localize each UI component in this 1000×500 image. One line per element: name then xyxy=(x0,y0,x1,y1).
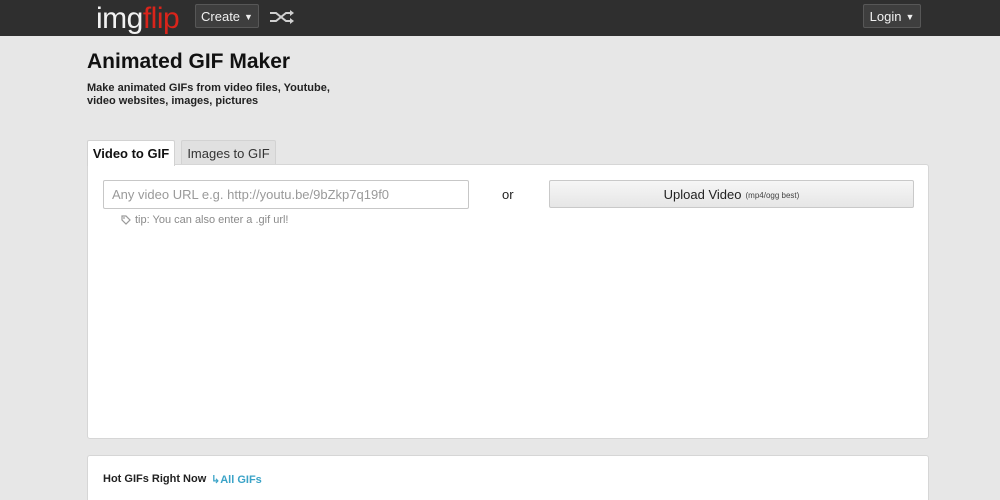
create-menu-button[interactable]: Create ▼ xyxy=(195,4,259,28)
logo-text-flip: flip xyxy=(142,2,180,35)
or-separator: or xyxy=(502,187,514,202)
top-navbar: img flip Create ▼ Login ▼ xyxy=(0,0,1000,36)
page-subtitle: Make animated GIFs from video files, You… xyxy=(87,82,330,107)
hot-gifs-panel: Hot GIFs Right Now ↳All GIFs xyxy=(87,455,929,500)
tab-video-to-gif[interactable]: Video to GIF xyxy=(87,140,175,166)
tab-images-to-gif[interactable]: Images to GIF xyxy=(181,140,276,165)
tip-text: tip: You can also enter a .gif url! xyxy=(135,214,289,226)
login-label: Login xyxy=(869,8,902,24)
caret-down-icon: ▼ xyxy=(905,12,915,22)
shuffle-icon[interactable] xyxy=(268,8,296,26)
imgflip-logo[interactable]: img flip xyxy=(96,2,180,35)
hot-gifs-title: Hot GIFs Right Now xyxy=(103,473,207,485)
upload-label: Upload Video xyxy=(663,186,742,202)
upload-video-button[interactable]: Upload Video (mp4/ogg best) xyxy=(549,180,914,208)
tag-icon xyxy=(121,215,131,225)
video-to-gif-panel: tip: You can also enter a .gif url! or U… xyxy=(87,164,929,439)
login-button[interactable]: Login ▼ xyxy=(863,4,921,28)
url-tip: tip: You can also enter a .gif url! xyxy=(121,214,289,226)
create-label: Create xyxy=(201,8,241,24)
logo-text-img: img xyxy=(96,2,143,35)
caret-down-icon: ▼ xyxy=(244,12,253,22)
page-title: Animated GIF Maker xyxy=(87,50,291,73)
video-url-input[interactable] xyxy=(103,180,469,209)
upload-format-hint: (mp4/ogg best) xyxy=(745,190,800,200)
all-gifs-link[interactable]: ↳All GIFs xyxy=(211,473,262,486)
